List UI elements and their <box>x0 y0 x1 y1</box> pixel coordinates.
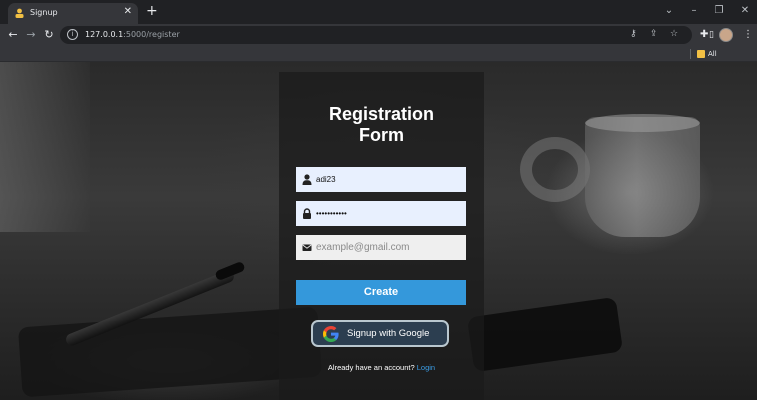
login-link[interactable]: Login <box>417 363 435 372</box>
email-input[interactable] <box>316 235 462 260</box>
back-icon[interactable]: ← <box>6 28 20 42</box>
menu-icon[interactable]: ⋮ <box>743 29 753 41</box>
browser-toolbar: ← → ↻ i 127.0.0.1:5000/register ⚷ ⇪ ☆ ✚ … <box>0 24 757 46</box>
username-field[interactable] <box>296 167 466 192</box>
background-mug-rim <box>585 114 700 132</box>
signup-favicon-icon <box>15 8 24 18</box>
password-input[interactable] <box>316 201 462 226</box>
bookmarks-bar: All Bookmarks <box>0 46 757 70</box>
page-title: Registration Form <box>328 104 434 145</box>
bookmark-folder-icon[interactable] <box>697 50 705 58</box>
login-prompt: Already have an account? Login <box>327 363 436 372</box>
extensions-icon[interactable]: ✚ <box>700 29 708 41</box>
browser-tab-bar: Signup ✕ + ⌄ – ❐ ✕ <box>0 0 757 24</box>
background-window-light <box>0 62 90 232</box>
forward-icon[interactable]: → <box>24 28 38 42</box>
google-button-label: Signup with Google <box>347 328 430 339</box>
email-field[interactable] <box>296 235 466 260</box>
google-logo-icon <box>323 326 339 342</box>
background-mug-handle <box>520 137 590 202</box>
close-window-icon[interactable]: ✕ <box>737 4 753 18</box>
create-button[interactable]: Create <box>296 280 466 305</box>
side-panel-icon[interactable]: ▯ <box>709 29 714 41</box>
lock-icon <box>303 208 311 219</box>
site-info-icon[interactable]: i <box>67 29 78 40</box>
background-phone <box>466 296 624 373</box>
profile-avatar[interactable] <box>719 28 733 42</box>
username-input[interactable] <box>316 167 462 192</box>
user-icon <box>302 174 312 185</box>
minimize-icon[interactable]: – <box>686 4 702 18</box>
password-field[interactable] <box>296 201 466 226</box>
password-key-icon[interactable]: ⚷ <box>630 28 637 41</box>
page-viewport: Registration Form Create <box>0 62 757 400</box>
tab-title: Signup <box>30 8 58 17</box>
bookmarks-separator <box>690 49 691 59</box>
bookmark-star-icon[interactable]: ☆ <box>670 28 678 41</box>
reload-icon[interactable]: ↻ <box>42 28 56 42</box>
maximize-icon[interactable]: ❐ <box>711 4 727 18</box>
tab-search-icon[interactable]: ⌄ <box>661 4 677 18</box>
share-icon[interactable]: ⇪ <box>650 28 658 41</box>
envelope-icon <box>302 244 312 251</box>
background-notebook <box>17 306 323 398</box>
address-bar[interactable]: i 127.0.0.1:5000/register ⚷ ⇪ ☆ <box>60 26 692 44</box>
browser-tab[interactable]: Signup ✕ <box>8 3 138 24</box>
registration-card: Registration Form Create <box>279 72 484 400</box>
url-text[interactable]: 127.0.0.1:5000/register <box>85 29 180 41</box>
close-tab-icon[interactable]: ✕ <box>124 6 132 18</box>
signup-with-google-button[interactable]: Signup with Google <box>311 320 449 347</box>
new-tab-icon[interactable]: + <box>146 3 158 19</box>
background-mug <box>585 117 700 237</box>
